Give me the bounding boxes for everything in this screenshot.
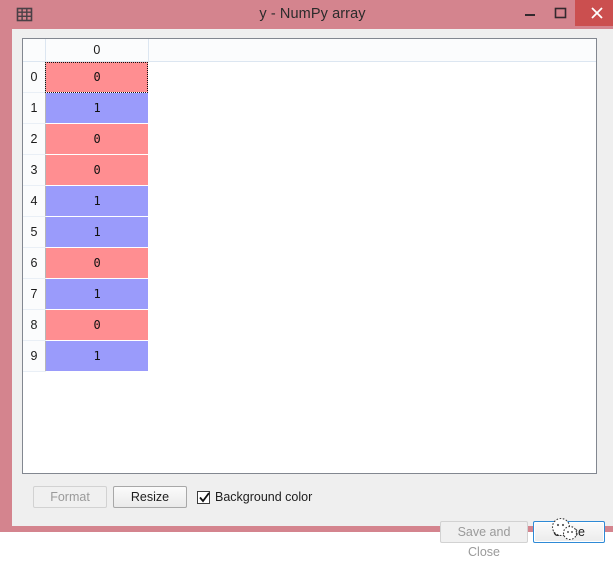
table-row-filler <box>148 340 596 372</box>
table-row: 41 <box>23 185 596 217</box>
table-cell-r9-c0[interactable]: 1 <box>45 340 149 372</box>
table-row-filler <box>148 154 596 186</box>
client-area: 0 00112030415160718091 Format Resize Bac… <box>12 29 613 559</box>
background-color-checkbox[interactable]: Background color <box>197 487 312 507</box>
row-header-3[interactable]: 3 <box>23 154 46 186</box>
table-row: 71 <box>23 278 596 310</box>
array-editor-window: y - NumPy array 0 0 0 1 1 2 0 3 0 4 1 5 … <box>0 0 613 559</box>
table-body: 00112030415160718091 <box>23 61 596 372</box>
table-row: 30 <box>23 154 596 186</box>
table-row: 51 <box>23 216 596 248</box>
row-header-5[interactable]: 5 <box>23 216 46 248</box>
minimize-button[interactable] <box>515 0 545 26</box>
checkbox-checked-icon[interactable] <box>197 490 210 504</box>
table-cell-r6-c0[interactable]: 0 <box>45 247 149 279</box>
table-row-filler <box>148 123 596 155</box>
row-header-6[interactable]: 6 <box>23 247 46 279</box>
table-row-filler <box>148 247 596 279</box>
close-dialog-button[interactable]: Close <box>533 521 605 543</box>
table-row: 91 <box>23 340 596 372</box>
row-header-4[interactable]: 4 <box>23 185 46 217</box>
table-row-filler <box>148 216 596 248</box>
resize-button[interactable]: Resize <box>113 486 187 508</box>
table-row: 20 <box>23 123 596 155</box>
maximize-button[interactable] <box>545 0 575 26</box>
table-row: 80 <box>23 309 596 341</box>
column-header-0[interactable]: 0 <box>45 39 149 62</box>
table-cell-r2-c0[interactable]: 0 <box>45 123 149 155</box>
row-header-8[interactable]: 8 <box>23 309 46 341</box>
column-header-filler <box>148 39 596 62</box>
table-row-filler <box>148 278 596 310</box>
table-cell-r3-c0[interactable]: 0 <box>45 154 149 186</box>
table-cell-r1-c0[interactable]: 1 <box>45 92 149 124</box>
row-header-2[interactable]: 2 <box>23 123 46 155</box>
table-row-filler <box>148 61 596 93</box>
row-header-1[interactable]: 1 <box>23 92 46 124</box>
row-header-0[interactable]: 0 <box>23 61 46 93</box>
close-button[interactable] <box>575 0 613 26</box>
table-cell-r7-c0[interactable]: 1 <box>45 278 149 310</box>
table-row: 11 <box>23 92 596 124</box>
table-row: 00 <box>23 61 596 93</box>
table-row-filler <box>148 185 596 217</box>
format-button[interactable]: Format <box>33 486 107 508</box>
table-cell-r5-c0[interactable]: 1 <box>45 216 149 248</box>
array-table: 0 00112030415160718091 <box>23 39 596 372</box>
row-header-7[interactable]: 7 <box>23 278 46 310</box>
table-corner-cell <box>23 39 46 62</box>
table-row: 60 <box>23 247 596 279</box>
table-cell-r0-c0[interactable]: 0 <box>45 61 149 93</box>
titlebar: y - NumPy array <box>6 0 613 29</box>
row-header-9[interactable]: 9 <box>23 340 46 372</box>
save-and-close-button[interactable]: Save and Close <box>440 521 528 559</box>
table-row-filler <box>148 309 596 341</box>
table-header-row: 0 <box>23 39 596 62</box>
table-row-filler <box>148 92 596 124</box>
table-cell-r4-c0[interactable]: 1 <box>45 185 149 217</box>
table-cell-r8-c0[interactable]: 0 <box>45 309 149 341</box>
background-color-label: Background color <box>215 490 313 504</box>
array-table-panel[interactable]: 0 00112030415160718091 <box>22 38 597 474</box>
